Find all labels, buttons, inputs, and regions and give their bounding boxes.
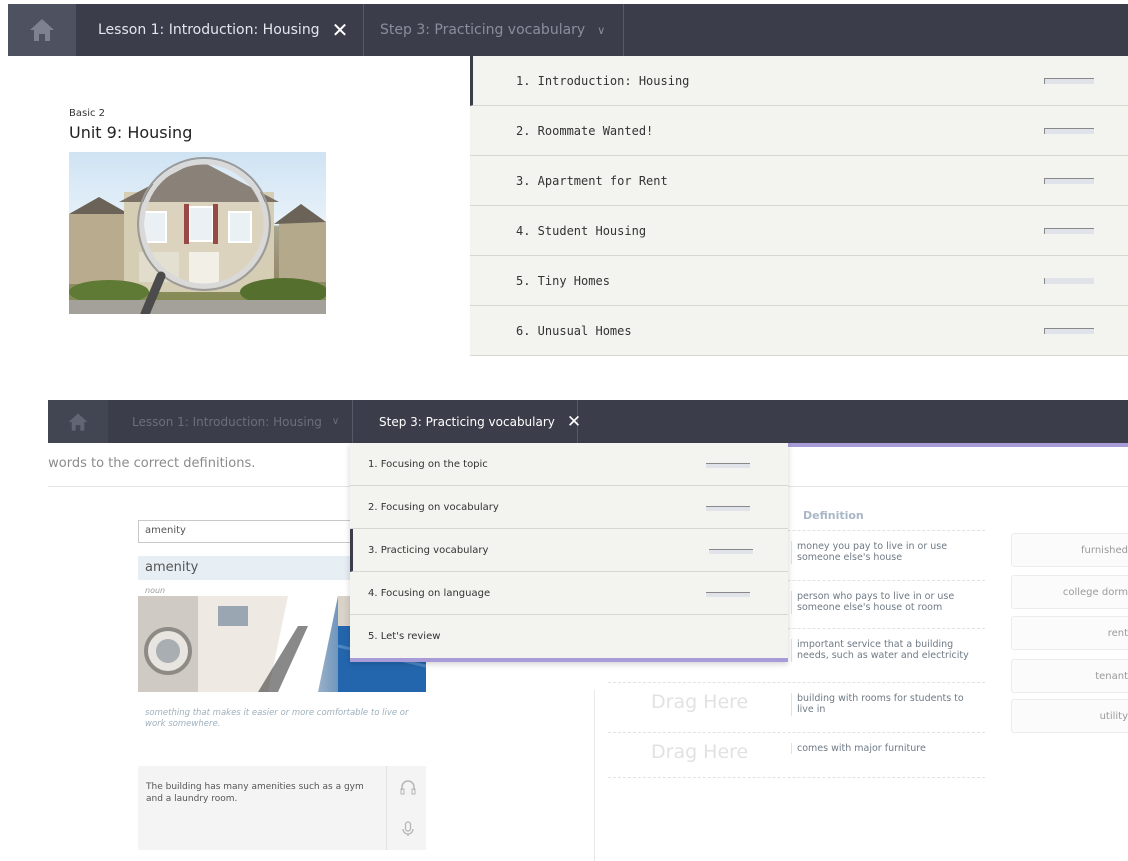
step-item[interactable]: 3. Practicing vocabulary	[350, 529, 788, 572]
definition-cell: building with rooms for students to live…	[791, 693, 981, 716]
lesson-item-label: 3. Apartment for Rent	[516, 173, 668, 188]
step-progress-bar	[706, 592, 750, 597]
lesson-progress-bar	[1044, 178, 1094, 184]
column-divider	[594, 690, 595, 861]
word-card-utility[interactable]: utility	[1011, 699, 1128, 733]
definition-cell: important service that a building needs,…	[791, 639, 981, 662]
lesson-progress-bar	[1044, 128, 1094, 134]
definition-header: Definition	[803, 509, 864, 522]
definition-row: Drag Here building with rooms for studen…	[608, 682, 985, 728]
lesson-item-label: 5. Tiny Homes	[516, 273, 610, 288]
word-card-tenant[interactable]: tenant	[1011, 659, 1128, 693]
lesson-item[interactable]: 6. Unusual Homes	[470, 306, 1128, 356]
lesson-item-label: 1. Introduction: Housing	[516, 73, 690, 88]
definition-cell: money you pay to live in or use someone …	[791, 541, 981, 564]
lesson-progress-bar	[1044, 328, 1094, 334]
unit-image	[69, 152, 326, 314]
lesson-item[interactable]: 1. Introduction: Housing	[470, 56, 1128, 106]
step-progress-bar	[709, 549, 753, 554]
lesson-tab[interactable]: Lesson 1: Introduction: Housing ✕	[98, 4, 364, 56]
step-item-label: 1. Focusing on the topic	[368, 458, 488, 470]
drop-zone[interactable]: Drag Here	[651, 691, 748, 713]
step-item-label: 2. Focusing on vocabulary	[368, 501, 499, 513]
lesson-progress-bar	[1044, 228, 1094, 234]
word-card-rent[interactable]: rent	[1011, 616, 1128, 650]
dictionary-search-input[interactable]: amenity	[138, 520, 368, 543]
lesson-tab[interactable]: Lesson 1: Introduction: Housing ∨	[132, 400, 339, 443]
top-navbar: Lesson 1: Introduction: Housing ✕ Step 3…	[8, 4, 1128, 56]
lesson-menu-panel: Lesson 1: Introduction: Housing ✕ Step 3…	[8, 4, 1128, 356]
lesson-list: 1. Introduction: Housing 2. Roommate Wan…	[470, 56, 1128, 356]
word-card-college-dorm[interactable]: college dorm	[1011, 575, 1128, 609]
microphone-icon[interactable]	[397, 818, 419, 840]
house-magnifier-illustration	[69, 157, 326, 314]
step-progress-bar	[706, 506, 750, 511]
lesson-item[interactable]: 3. Apartment for Rent	[470, 156, 1128, 206]
step-progress-bar	[706, 463, 750, 468]
unit-info: Basic 2 Unit 9: Housing	[69, 108, 192, 142]
step-item[interactable]: 1. Focusing on the topic	[350, 443, 788, 486]
chevron-down-icon: ∨	[331, 416, 340, 427]
level-label: Basic 2	[69, 108, 106, 119]
step-item-label: 5. Let's review	[368, 631, 441, 642]
audio-controls	[386, 766, 426, 850]
definition-cell: person who pays to live in or use someon…	[791, 591, 981, 614]
lesson-item[interactable]: 2. Roommate Wanted!	[470, 106, 1128, 156]
close-icon[interactable]: ✕	[332, 18, 349, 42]
definition-cell: comes with major furniture	[791, 743, 981, 755]
lesson-tab-label: Lesson 1: Introduction: Housing	[132, 414, 322, 429]
definition-text: something that makes it easier or more c…	[145, 708, 409, 730]
vocabulary-activity-panel: Lesson 1: Introduction: Housing ∨ Step 3…	[48, 400, 1128, 861]
step-tab[interactable]: Step 3: Practicing vocabulary ✕	[352, 400, 581, 443]
step-item[interactable]: 5. Let's review	[350, 615, 788, 658]
part-of-speech: noun	[145, 586, 166, 595]
lesson-tab-label: Lesson 1: Introduction: Housing	[98, 22, 320, 38]
step-item-label: 4. Focusing on language	[368, 587, 491, 599]
lesson-item-label: 6. Unusual Homes	[516, 323, 632, 338]
unit-title: Unit 9: Housing	[69, 123, 193, 142]
step-item[interactable]: 4. Focusing on language	[350, 572, 788, 615]
step-tab[interactable]: Step 3: Practicing vocabulary ∨	[380, 4, 624, 56]
headphones-icon[interactable]	[397, 776, 419, 798]
step-dropdown-menu: 1. Focusing on the topic 2. Focusing on …	[350, 443, 788, 662]
chevron-down-icon: ∨	[597, 23, 606, 37]
drop-zone[interactable]: Drag Here	[651, 741, 748, 763]
lesson-item-label: 2. Roommate Wanted!	[516, 123, 654, 138]
definition-row: Drag Here comes with major furniture	[608, 732, 985, 778]
example-box: The building has many amenities such as …	[138, 766, 426, 850]
progress-accent-line	[788, 443, 1128, 447]
lesson-item[interactable]: 5. Tiny Homes	[470, 256, 1128, 306]
step-item[interactable]: 2. Focusing on vocabulary	[350, 486, 788, 529]
lesson-progress-bar	[1044, 78, 1094, 84]
step-tab-label: Step 3: Practicing vocabulary	[380, 22, 586, 38]
instructions: e words to the correct definitions.	[48, 456, 267, 471]
example-sentence: The building has many amenities such as …	[146, 782, 364, 804]
instructions-text: e words to the correct definitions.	[48, 456, 256, 471]
activity-navbar: Lesson 1: Introduction: Housing ∨ Step 3…	[48, 400, 1128, 443]
home-button[interactable]	[8, 4, 76, 56]
home-icon	[68, 412, 88, 431]
home-button[interactable]	[48, 400, 108, 443]
lesson-item-label: 4. Student Housing	[516, 223, 647, 238]
step-item-label: 3. Practicing vocabulary	[368, 544, 489, 556]
step-tab-label: Step 3: Practicing vocabulary	[379, 414, 555, 429]
close-icon[interactable]: ✕	[567, 412, 581, 432]
word-card-furnished[interactable]: furnished	[1011, 533, 1128, 567]
home-icon	[30, 19, 54, 41]
lesson-progress-bar	[1044, 278, 1094, 284]
lesson-item[interactable]: 4. Student Housing	[470, 206, 1128, 256]
